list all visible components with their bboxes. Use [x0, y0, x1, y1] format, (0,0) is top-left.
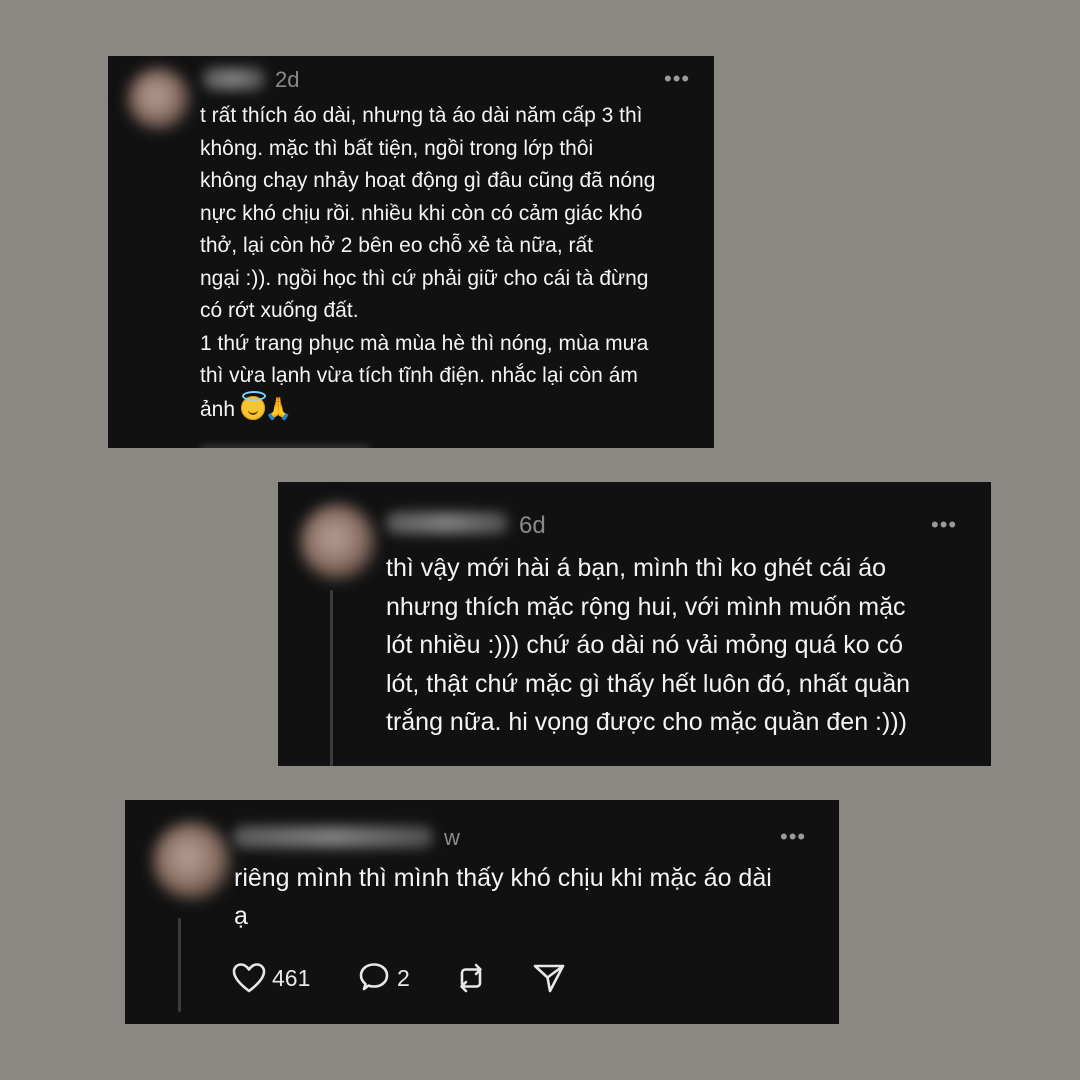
repost-button[interactable] — [454, 962, 488, 994]
post-text: thì vậy mới hài á bạn, mình thì ko ghét … — [386, 554, 911, 736]
post-text: riêng mình thì mình thấy khó chịu khi mặ… — [234, 864, 772, 930]
username-blurred[interactable] — [386, 512, 508, 534]
like-count: 461 — [272, 964, 311, 991]
avatar[interactable] — [153, 822, 231, 900]
cut-off-row — [200, 444, 370, 448]
post-time: w — [444, 825, 460, 850]
username-blurred[interactable] — [203, 68, 265, 90]
like-button[interactable]: 461 — [232, 962, 310, 994]
thread-line — [330, 590, 333, 766]
folded-hands-icon: 🙏 — [264, 395, 293, 421]
smiling-face-with-halo-icon — [240, 390, 266, 420]
post-card-1: 2d ••• t rất thích áo dài, nhưng tà áo d… — [108, 56, 714, 448]
avatar[interactable] — [128, 68, 190, 130]
share-button[interactable] — [532, 962, 566, 994]
more-options-icon[interactable]: ••• — [931, 514, 957, 536]
more-options-icon[interactable]: ••• — [780, 826, 806, 848]
username-blurred[interactable] — [233, 826, 433, 848]
reply-button[interactable]: 2 — [357, 962, 410, 994]
post-time: 6d — [519, 512, 546, 539]
post-text: t rất thích áo dài, nhưng tà áo dài năm … — [200, 100, 705, 426]
post-card-3: w ••• riêng mình thì mình thấy khó chịu … — [125, 800, 839, 1024]
post-time: 2d — [275, 67, 300, 92]
post-text-content: t rất thích áo dài, nhưng tà áo dài năm … — [200, 104, 656, 421]
reply-count: 2 — [397, 964, 410, 991]
repost-icon — [460, 963, 482, 993]
post-card-2: 6d ••• thì vậy mới hài á bạn, mình thì k… — [278, 482, 991, 766]
avatar[interactable] — [300, 504, 376, 580]
more-options-icon[interactable]: ••• — [664, 68, 690, 90]
send-icon — [533, 964, 565, 993]
heart-icon — [232, 963, 266, 993]
thread-line — [178, 918, 181, 1012]
speech-bubble-icon — [359, 963, 389, 991]
